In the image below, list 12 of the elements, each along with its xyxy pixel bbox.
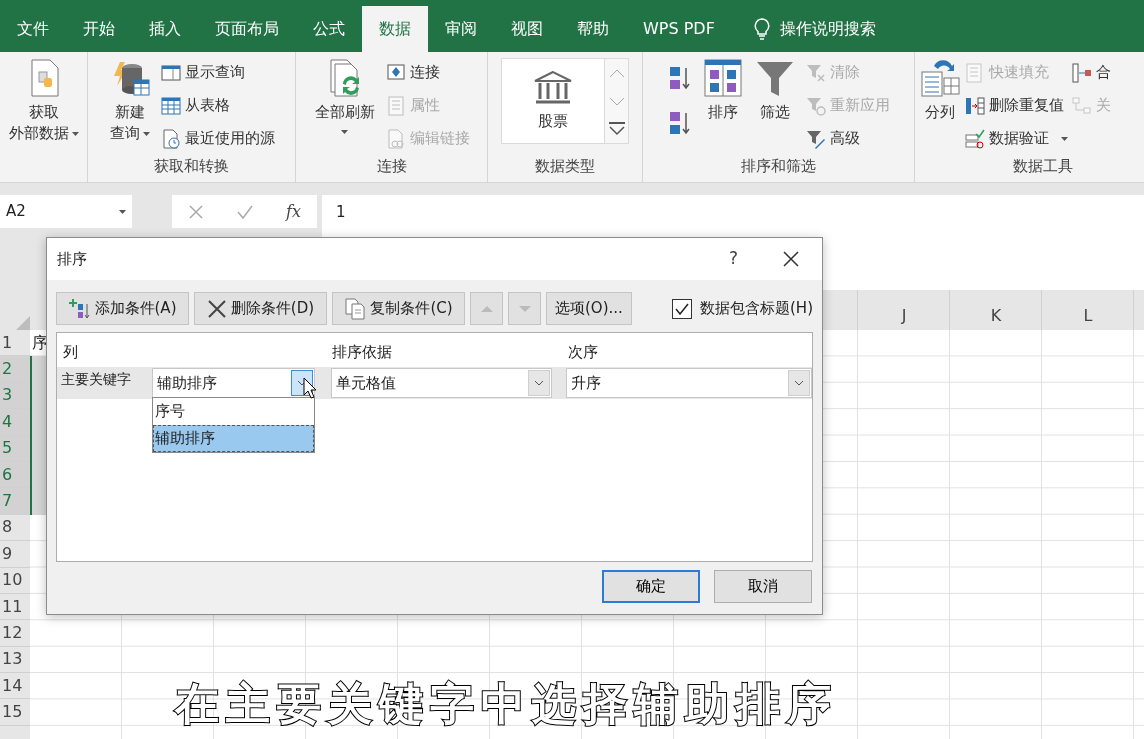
group-label: 数据工具	[1011, 156, 1074, 177]
row-label: 主要关键字	[60, 370, 132, 389]
group-label: 排序和筛选	[740, 156, 817, 177]
group-label: 连接	[375, 156, 408, 177]
group-label: 获取和转换	[153, 156, 230, 177]
cell-text: 序	[31, 332, 46, 355]
column-heading: 列	[63, 342, 78, 363]
column-heading: 次序	[568, 342, 598, 363]
column-heading: 排序依据	[332, 342, 392, 363]
group-label: 数据类型	[534, 155, 596, 177]
checkbox-label: 数据包含标题(H)	[700, 298, 813, 320]
dialog-title: 排序	[57, 248, 87, 270]
